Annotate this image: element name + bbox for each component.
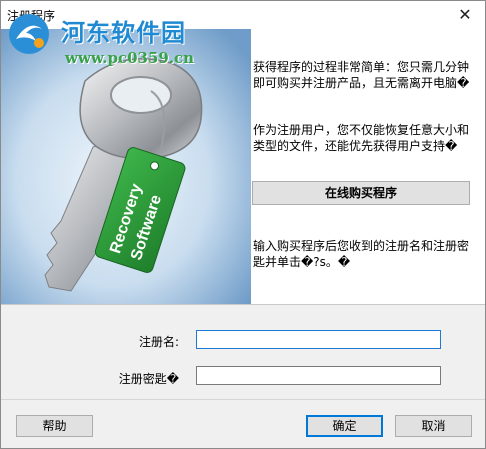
info-paragraph-instructions: 输入购买程序后您收到的注册名和注册密匙并单击�?s。�: [253, 239, 470, 269]
footer-divider: [1, 399, 485, 400]
registration-name-input[interactable]: [196, 330, 441, 349]
cancel-button[interactable]: 取消: [395, 415, 472, 437]
watermark-url: www.pc0359.cn: [65, 49, 195, 67]
registration-name-label: 注册名:: [138, 335, 179, 349]
buy-online-button[interactable]: 在线购买程序: [252, 181, 470, 205]
watermark: 河东软件园 www.pc0359.cn: [1, 7, 231, 77]
info-paragraph-purchase: 获得程序的过程非常简单：您只需几分钟即可购买并注册产品，且无需离开电脑�: [253, 60, 470, 90]
ok-button[interactable]: 确定: [306, 415, 383, 437]
registration-key-input[interactable]: [196, 366, 441, 385]
watermark-logo-icon: [9, 14, 49, 54]
help-button[interactable]: 帮助: [16, 415, 93, 437]
registration-window: 注册程序 ✕: [0, 0, 486, 449]
info-paragraph-benefits: 作为注册用户，您不仅能恢复任意大小和类型的文件，还能优先获得用户支持�: [253, 123, 470, 153]
registration-key-label: 注册密匙�: [118, 372, 179, 386]
watermark-site-name: 河东软件园: [61, 18, 186, 47]
close-button[interactable]: ✕: [445, 1, 485, 29]
